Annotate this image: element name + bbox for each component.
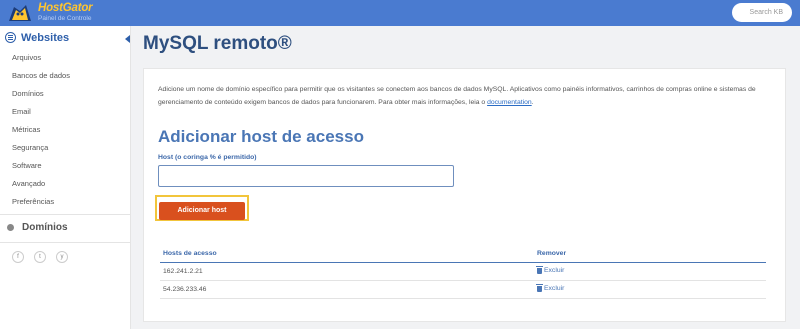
add-host-button-highlight: Adicionar host <box>155 195 249 221</box>
table-row: 162.241.2.21 Excluir <box>160 263 766 281</box>
top-bar: HostGator Painel de Controle Search KB <box>0 0 800 26</box>
sidebar-item-dominios[interactable]: Domínios <box>0 85 130 103</box>
sidebar-item-metricas[interactable]: Métricas <box>0 121 130 139</box>
brand-name: HostGator <box>38 2 93 14</box>
delete-label: Excluir <box>544 267 565 275</box>
sidebar-section2-title: Domínios <box>22 221 68 233</box>
header-hosts: Hosts de acesso <box>163 249 217 257</box>
social-links: f t y <box>0 251 130 263</box>
section-title: Adicionar host de acesso <box>158 127 364 146</box>
sidebar-section-websites[interactable]: Websites <box>0 26 130 49</box>
sidebar-item-software[interactable]: Software <box>0 157 130 175</box>
delete-label: Excluir <box>544 285 565 293</box>
documentation-link[interactable]: documentation <box>487 99 532 106</box>
sidebar: Websites Arquivos Bancos de dados Domíni… <box>0 26 131 329</box>
delete-host-button[interactable]: Excluir <box>536 283 565 293</box>
host-field-label: Host (o coringa % é permitido) <box>158 154 257 161</box>
trash-icon <box>536 283 543 292</box>
header-remove: Remover <box>537 249 567 257</box>
description-text: Adicione um nome de domínio específico p… <box>158 86 756 106</box>
host-cell: 54.236.233.46 <box>163 286 207 293</box>
delete-host-button[interactable]: Excluir <box>536 265 565 275</box>
sidebar-item-preferencias[interactable]: Preferências <box>0 193 130 211</box>
sidebar-section-title: Websites <box>21 31 70 44</box>
globe-icon <box>7 223 14 231</box>
host-cell: 162.241.2.21 <box>163 268 203 275</box>
sidebar-item-avancado[interactable]: Avançado <box>0 175 130 193</box>
youtube-icon[interactable]: y <box>56 251 68 263</box>
search-input[interactable]: Search KB <box>732 3 792 22</box>
hostgator-logo[interactable]: HostGator Painel de Controle <box>6 1 93 25</box>
access-hosts-table: Hosts de acesso Remover 162.241.2.21 Exc… <box>160 244 766 299</box>
page-description: Adicione um nome de domínio específico p… <box>158 83 773 109</box>
sidebar-section-dominios[interactable]: Domínios <box>0 215 130 239</box>
menu-list-icon <box>5 32 16 43</box>
page-title: MySQL remoto® <box>143 33 292 54</box>
host-input[interactable] <box>158 165 454 187</box>
add-host-button[interactable]: Adicionar host <box>159 201 245 220</box>
table-header: Hosts de acesso Remover <box>160 244 766 263</box>
sidebar-item-seguranca[interactable]: Segurança <box>0 139 130 157</box>
sidebar-item-bancos-de-dados[interactable]: Bancos de dados <box>0 67 130 85</box>
collapse-sidebar-icon[interactable] <box>125 35 130 43</box>
twitter-icon[interactable]: t <box>34 251 46 263</box>
sidebar-item-arquivos[interactable]: Arquivos <box>0 49 130 67</box>
content-card: Adicione um nome de domínio específico p… <box>143 68 786 322</box>
facebook-icon[interactable]: f <box>12 251 24 263</box>
main-content: MySQL remoto® Adicione um nome de domíni… <box>131 26 800 329</box>
gator-logo-icon <box>6 1 34 25</box>
table-row: 54.236.233.46 Excluir <box>160 281 766 299</box>
trash-icon <box>536 265 543 274</box>
description-suffix: . <box>531 99 534 106</box>
sidebar-item-email[interactable]: Email <box>0 103 130 121</box>
brand-subtitle: Painel de Controle <box>38 14 92 22</box>
sidebar-divider <box>0 242 130 243</box>
